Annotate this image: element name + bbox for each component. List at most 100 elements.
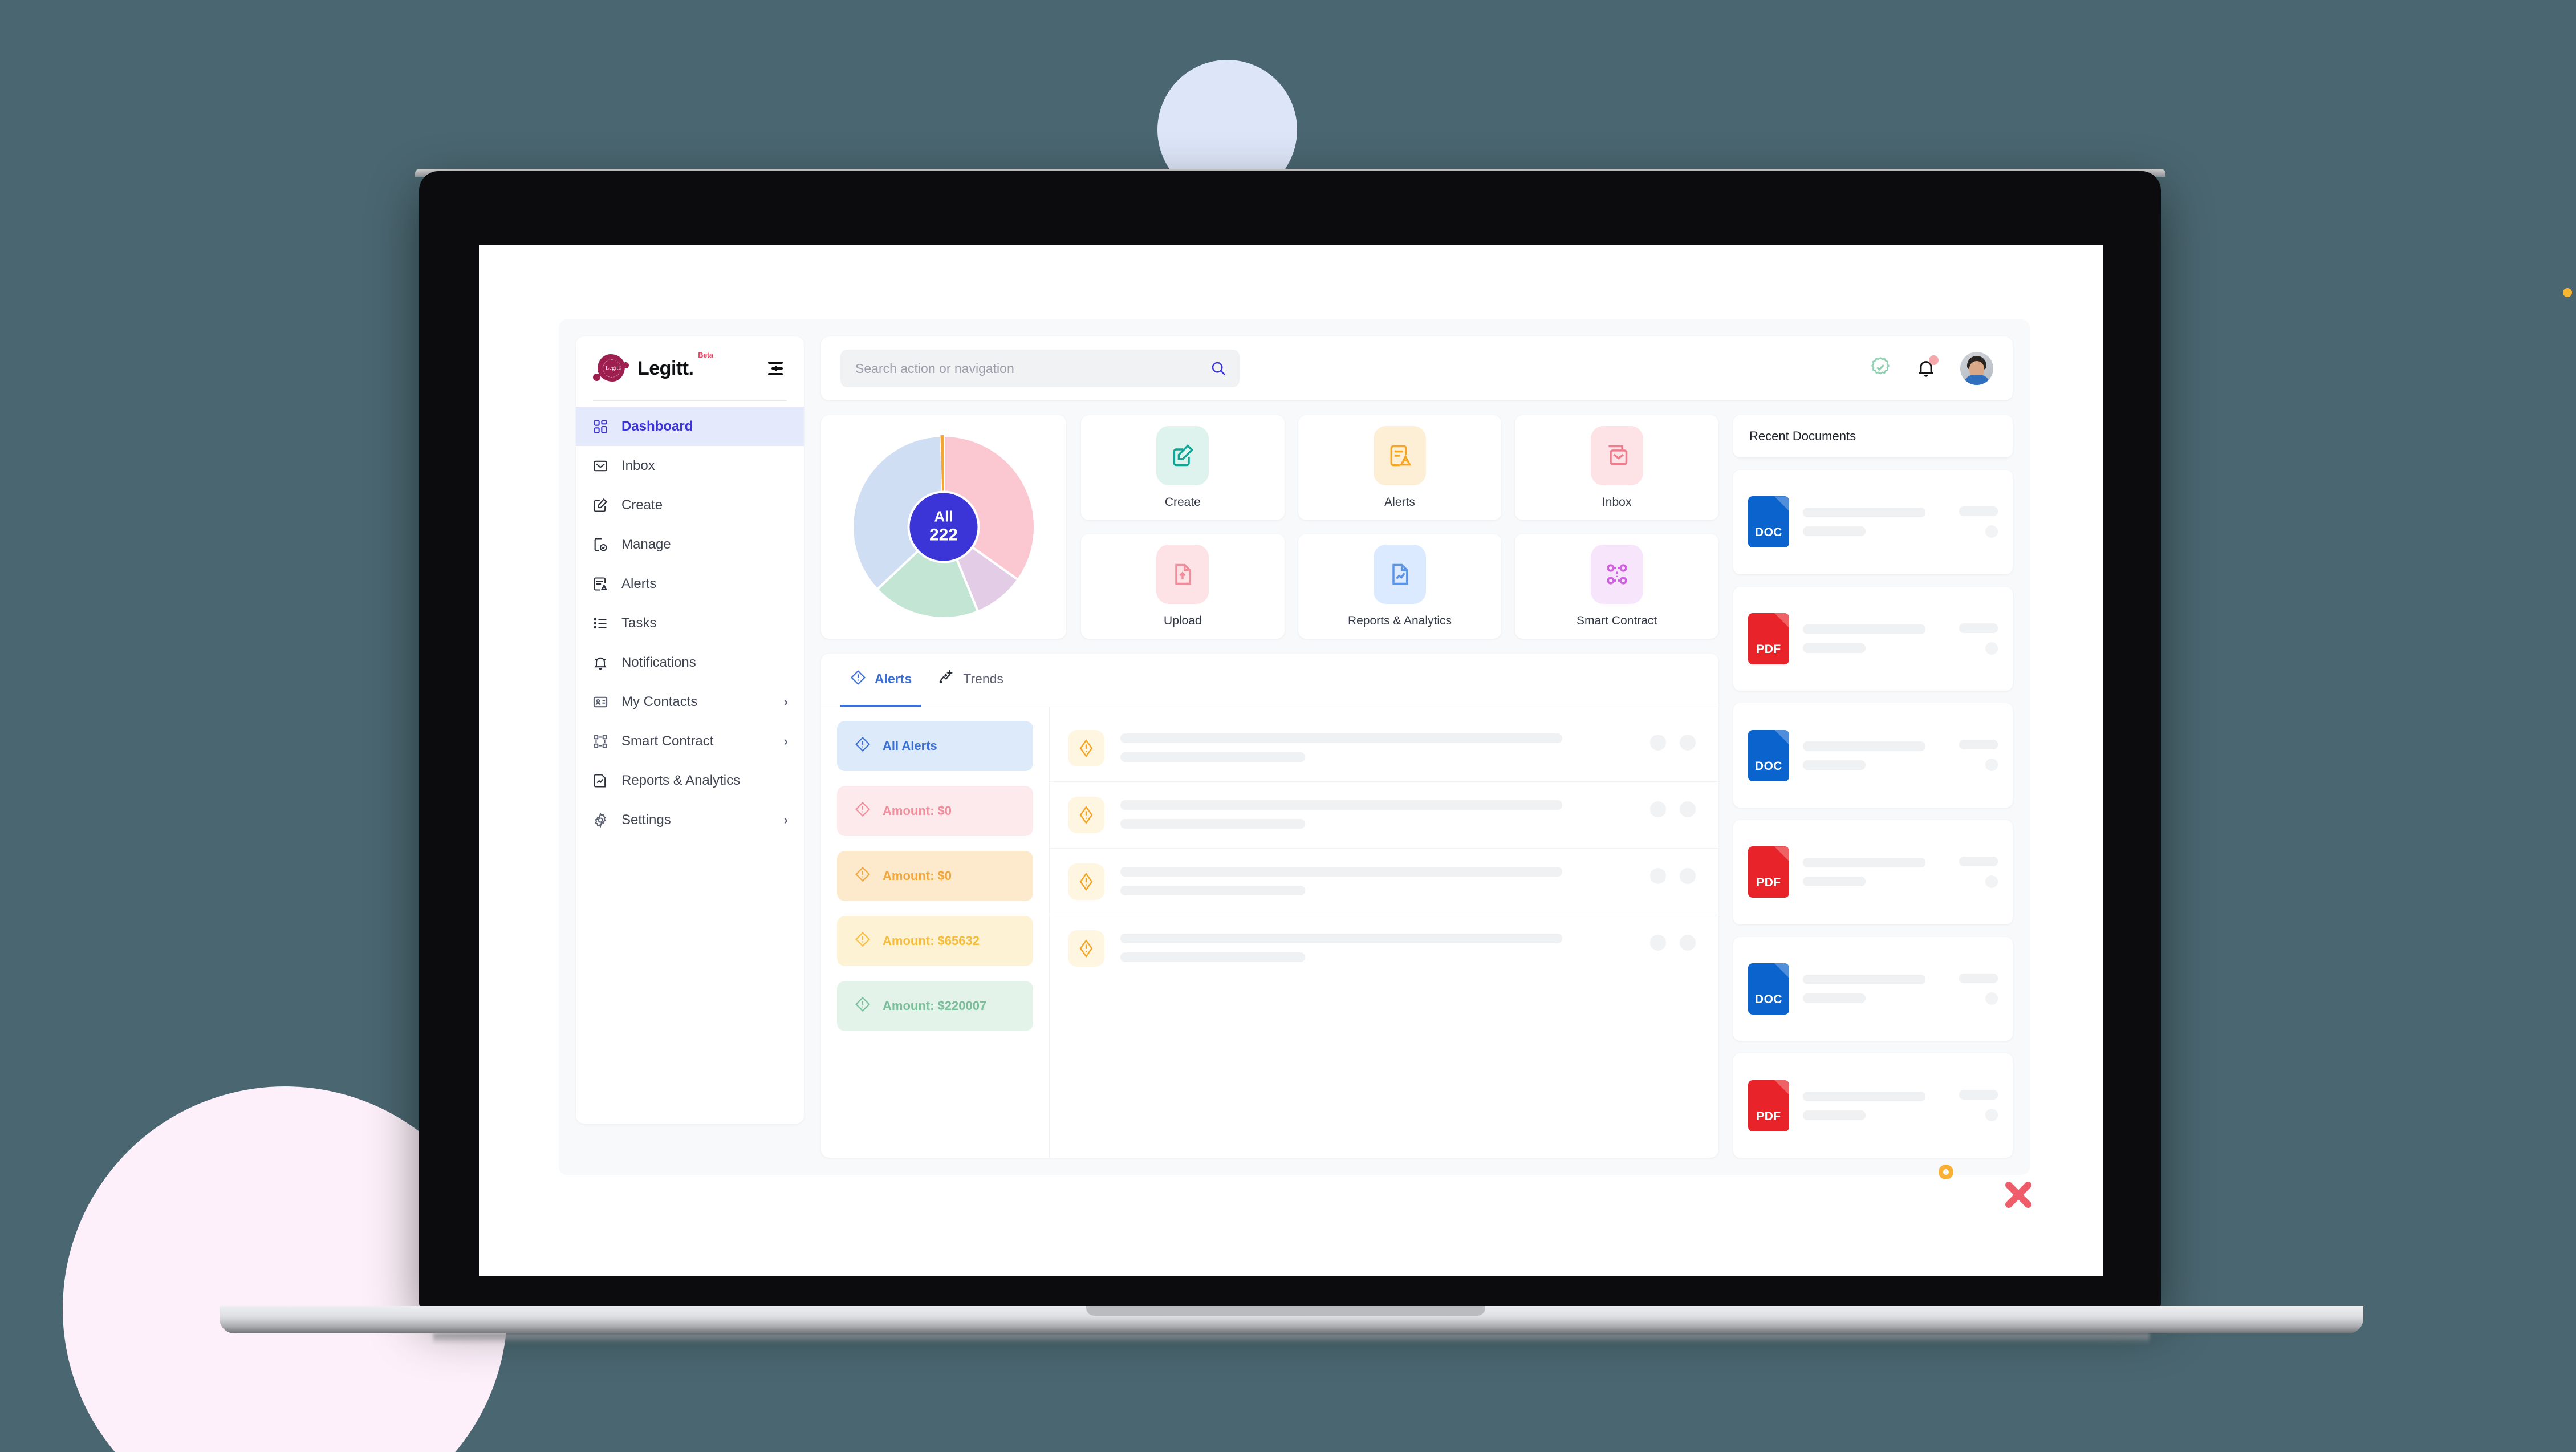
filter-chip-amount-3[interactable]: Amount: $65632 (837, 916, 1033, 966)
alert-diamond-icon (854, 736, 871, 756)
pdf-file-icon: PDF (1748, 613, 1789, 664)
collapse-sidebar-icon[interactable] (764, 357, 787, 380)
notification-dot-badge (1929, 355, 1939, 365)
bell-icon (592, 654, 609, 671)
document-item[interactable]: DOC (1733, 703, 2013, 808)
sidebar-item-label: Manage (621, 536, 671, 552)
sidebar-item-notifications[interactable]: Notifications (576, 643, 804, 682)
sidebar-divider (593, 400, 787, 401)
document-item[interactable]: PDF (1733, 820, 2013, 924)
action-card-reports-analytics[interactable]: Reports & Analytics (1298, 534, 1502, 639)
document-meta-placeholders (1959, 623, 1998, 655)
laptop-screen: Legitt Legitt. Beta Dashboard Inbox Crea… (479, 245, 2103, 1276)
tab-trends[interactable]: Trends (929, 654, 1013, 707)
document-skeleton-lines (1803, 624, 1945, 653)
verified-badge-icon[interactable] (1869, 356, 1892, 382)
action-card-label: Smart Contract (1577, 614, 1657, 627)
avatar[interactable] (1960, 352, 1993, 385)
alert-row[interactable] (1050, 849, 1718, 915)
doc-file-type: PDF (1756, 1109, 1781, 1123)
notifications-bell-icon[interactable] (1916, 355, 1939, 380)
sidebar-item-smart-contract[interactable]: Smart Contract › (576, 721, 804, 761)
filter-chip-all-alerts[interactable]: All Alerts (837, 721, 1033, 771)
alert-action-placeholder[interactable] (1650, 868, 1666, 884)
alert-diamond-icon (850, 669, 867, 690)
tab-label: Alerts (875, 671, 912, 686)
recent-documents-title: Recent Documents (1733, 415, 2013, 457)
document-item[interactable]: DOC (1733, 470, 2013, 574)
filter-chip-amount-2[interactable]: Amount: $0 (837, 851, 1033, 901)
alert-row[interactable] (1050, 915, 1718, 981)
alert-diamond-icon (1068, 863, 1104, 900)
chevron-right-icon: › (783, 812, 788, 827)
topbar-actions (1869, 352, 1993, 385)
topbar (821, 336, 2013, 400)
document-meta-placeholders (1959, 973, 1998, 1005)
search-icon[interactable] (1210, 360, 1227, 377)
wax-seal-label: Legitt (606, 365, 620, 371)
document-check-icon (592, 536, 609, 553)
doc-file-icon: DOC (1748, 496, 1789, 548)
document-item[interactable]: PDF (1733, 586, 2013, 691)
action-card-upload[interactable]: Upload (1081, 534, 1285, 639)
filter-chip-amount-4[interactable]: Amount: $220007 (837, 981, 1033, 1031)
document-skeleton-lines (1803, 858, 1945, 887)
sidebar-item-tasks[interactable]: Tasks (576, 603, 804, 643)
decorative-ring (1939, 1165, 1953, 1179)
laptop-base-notch (1086, 1306, 1485, 1316)
doc-file-icon: DOC (1748, 963, 1789, 1015)
sidebar-item-my-contacts[interactable]: My Contacts › (576, 682, 804, 721)
sidebar-item-label: Tasks (621, 615, 657, 631)
tab-alerts[interactable]: Alerts (840, 654, 921, 707)
filter-chip-amount-1[interactable]: Amount: $0 (837, 786, 1033, 836)
sidebar-item-dashboard[interactable]: Dashboard (576, 407, 804, 446)
document-meta-placeholders (1959, 506, 1998, 538)
alert-diamond-icon (854, 931, 871, 951)
alert-action-placeholder[interactable] (1680, 735, 1696, 751)
document-item[interactable]: DOC (1733, 936, 2013, 1041)
alert-row[interactable] (1050, 715, 1718, 782)
alert-action-placeholder[interactable] (1680, 801, 1696, 817)
alert-action-placeholder[interactable] (1680, 935, 1696, 951)
action-card-create[interactable]: Create (1081, 415, 1285, 520)
alert-action-placeholder[interactable] (1650, 935, 1666, 951)
doc-file-icon: DOC (1748, 729, 1789, 781)
sidebar-item-manage[interactable]: Manage (576, 525, 804, 564)
alert-row[interactable] (1050, 782, 1718, 849)
alert-action-placeholder[interactable] (1650, 801, 1666, 817)
content-left: All 222 Create Alerts Inbox Upload Repor… (821, 415, 1718, 1158)
document-item[interactable]: PDF (1733, 1053, 2013, 1158)
alert-diamond-icon (1068, 930, 1104, 967)
sidebar-item-settings[interactable]: Settings › (576, 800, 804, 839)
sidebar-item-label: Alerts (621, 575, 657, 591)
doc-file-type: DOC (1754, 993, 1783, 1007)
alert-action-placeholder[interactable] (1680, 868, 1696, 884)
chart-document-icon (592, 772, 609, 789)
action-card-label: Upload (1164, 614, 1202, 627)
alert-skeleton-lines (1120, 863, 1634, 895)
alerts-panel: Alerts Trends All Alerts Amount: $0 Amou… (821, 654, 1718, 1158)
alert-diamond-icon (854, 996, 871, 1016)
pdf-file-icon: PDF (1748, 1080, 1789, 1131)
brand-name: Legitt. Beta (637, 351, 713, 380)
edit-square-icon (592, 497, 609, 514)
donut-chart[interactable]: All 222 (850, 433, 1038, 621)
content-area: All 222 Create Alerts Inbox Upload Repor… (821, 415, 2013, 1158)
search-input[interactable] (840, 350, 1240, 387)
sidebar-item-alerts[interactable]: Alerts (576, 564, 804, 603)
alert-document-icon (1373, 426, 1426, 485)
alert-diamond-icon (1068, 730, 1104, 766)
filter-chip-label: Amount: $0 (883, 869, 952, 883)
sidebar-item-reports-analytics[interactable]: Reports & Analytics (576, 761, 804, 800)
document-skeleton-lines (1803, 1091, 1945, 1120)
chart-document-icon (1373, 545, 1426, 604)
sidebar-item-create[interactable]: Create (576, 485, 804, 525)
sidebar-item-inbox[interactable]: Inbox (576, 446, 804, 485)
action-card-smart-contract[interactable]: Smart Contract (1515, 534, 1718, 639)
alert-action-placeholder[interactable] (1650, 735, 1666, 751)
app-canvas: Legitt Legitt. Beta Dashboard Inbox Crea… (559, 319, 2030, 1175)
chevron-right-icon: › (783, 733, 788, 748)
action-card-alerts[interactable]: Alerts (1298, 415, 1502, 520)
action-card-inbox[interactable]: Inbox (1515, 415, 1718, 520)
filter-chip-label: All Alerts (883, 739, 937, 753)
